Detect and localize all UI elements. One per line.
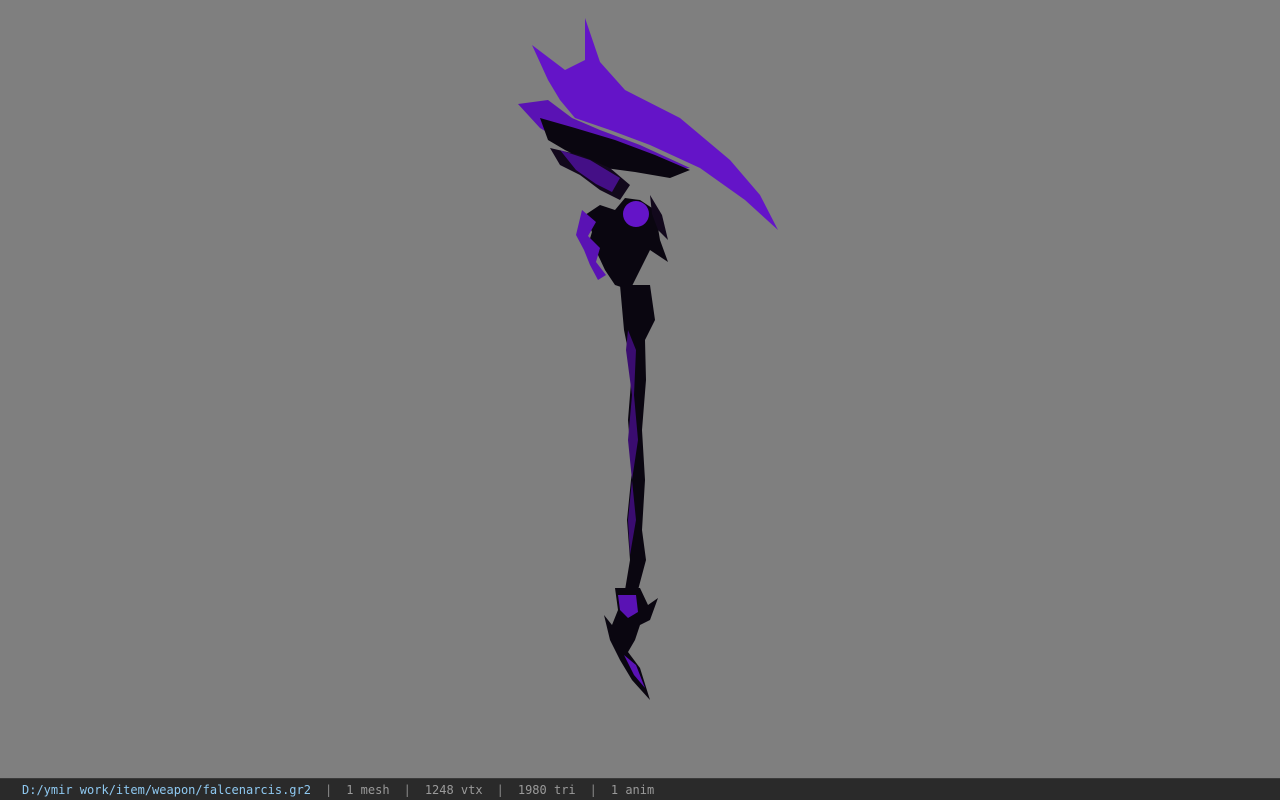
triangle-count: 1980 tri [517,782,576,797]
separator: | [324,782,333,797]
3d-viewport[interactable] [0,0,1280,778]
separator: | [589,782,597,797]
separator: | [496,782,504,797]
scythe-orb [623,201,649,227]
separator: | [403,782,411,797]
file-path: D:/ymir work/item/weapon/falcenarcis.gr2 [22,782,311,797]
animation-count: 1 anim [610,782,655,797]
scythe-model-icon [518,18,778,700]
mesh-count: 1 mesh [346,782,390,797]
status-bar: D:/ymir work/item/weapon/falcenarcis.gr2… [0,778,1280,800]
vertex-count: 1248 vtx [424,782,483,797]
